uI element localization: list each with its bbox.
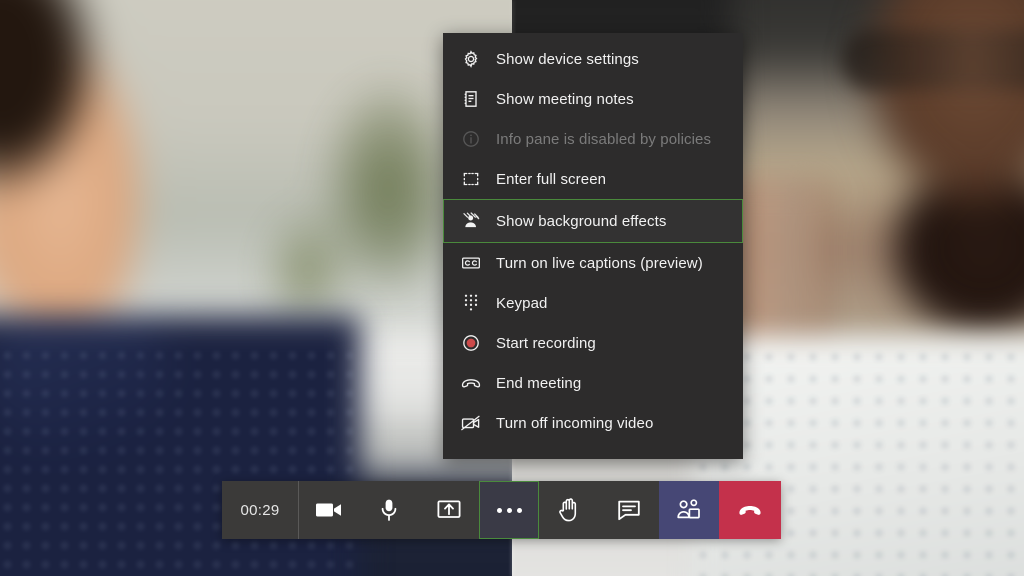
menu-item-label: Enter full screen — [496, 171, 606, 188]
menu-item-label: Keypad — [496, 295, 547, 312]
more-options-button[interactable] — [479, 481, 539, 539]
meeting-stage: Show device settings Show meeting notes — [0, 0, 1024, 576]
menu-item-label: Show meeting notes — [496, 91, 634, 108]
camera-button[interactable] — [299, 481, 359, 539]
menu-item-enter-full-screen[interactable]: Enter full screen — [443, 159, 743, 199]
meeting-control-bar: 00:29 — [222, 481, 781, 539]
share-screen-button[interactable] — [419, 481, 479, 539]
menu-item-label: Show device settings — [496, 51, 639, 68]
closed-captions-icon — [460, 252, 482, 274]
menu-item-label: Info pane is disabled by policies — [496, 131, 711, 148]
menu-item-label: Start recording — [496, 335, 596, 352]
more-options-icon — [497, 508, 522, 513]
people-button[interactable] — [659, 481, 719, 539]
menu-item-label: Turn off incoming video — [496, 415, 653, 432]
menu-item-turn-off-incoming-video[interactable]: Turn off incoming video — [443, 403, 743, 443]
menu-item-turn-on-live-captions[interactable]: Turn on live captions (preview) — [443, 243, 743, 283]
meeting-timer: 00:29 — [222, 481, 298, 539]
end-call-icon — [460, 372, 482, 394]
more-actions-menu: Show device settings Show meeting notes — [443, 33, 743, 459]
menu-item-keypad[interactable]: Keypad — [443, 283, 743, 323]
raise-hand-icon — [557, 497, 581, 523]
fullscreen-icon — [460, 168, 482, 190]
info-icon — [460, 128, 482, 150]
menu-item-label: End meeting — [496, 375, 581, 392]
share-screen-icon — [436, 498, 462, 522]
right-participant-glasses — [842, 30, 1024, 90]
menu-item-label: Turn on live captions (preview) — [496, 255, 703, 272]
notes-icon — [460, 88, 482, 110]
raise-hand-button[interactable] — [539, 481, 599, 539]
background-effects-icon — [460, 210, 482, 232]
menu-item-label: Show background effects — [496, 213, 666, 230]
camera-off-icon — [460, 412, 482, 434]
gear-icon — [460, 48, 482, 70]
microphone-button[interactable] — [359, 481, 419, 539]
hangup-button[interactable] — [719, 481, 781, 539]
microphone-icon — [379, 498, 399, 522]
chat-icon — [616, 498, 642, 522]
menu-item-end-meeting[interactable]: End meeting — [443, 363, 743, 403]
camera-icon — [315, 500, 343, 520]
menu-item-show-device-settings[interactable]: Show device settings — [443, 39, 743, 79]
keypad-icon — [460, 292, 482, 314]
hangup-icon — [736, 501, 764, 519]
menu-item-show-meeting-notes[interactable]: Show meeting notes — [443, 79, 743, 119]
menu-item-info-pane-disabled: Info pane is disabled by policies — [443, 119, 743, 159]
record-icon — [460, 332, 482, 354]
left-shirt-pattern — [0, 346, 360, 576]
chat-button[interactable] — [599, 481, 659, 539]
menu-item-show-background-effects[interactable]: Show background effects — [443, 199, 743, 243]
menu-item-start-recording[interactable]: Start recording — [443, 323, 743, 363]
meeting-timer-value: 00:29 — [240, 502, 279, 519]
people-icon — [676, 498, 702, 522]
